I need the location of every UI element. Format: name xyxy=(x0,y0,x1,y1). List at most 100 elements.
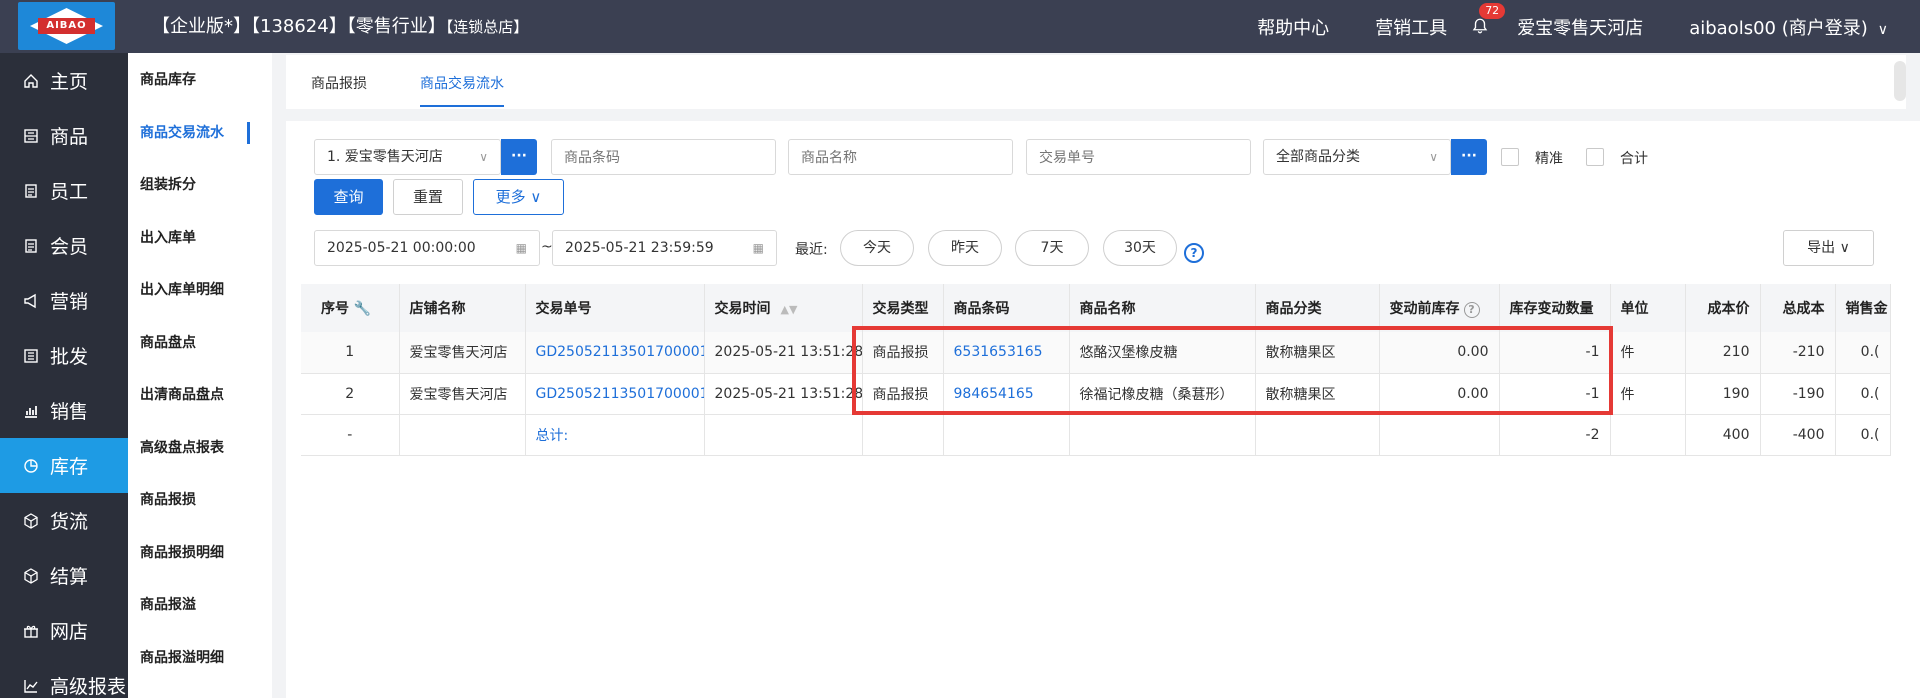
tab-transaction-flow[interactable]: 商品交易流水 xyxy=(420,73,504,107)
category-picker-button[interactable]: ··· xyxy=(1451,139,1487,175)
submenu-item[interactable]: 出入库单 xyxy=(128,211,272,264)
help-icon[interactable]: ? xyxy=(1184,243,1204,263)
sidebar-item-member[interactable]: 会员 xyxy=(0,218,128,273)
sidebar-item-goods[interactable]: 商品 xyxy=(0,108,128,163)
submenu-item[interactable]: 组装拆分 xyxy=(128,158,272,211)
export-button[interactable]: 导出 ∨ xyxy=(1783,230,1874,266)
sidebar-item-settlement[interactable]: 结算 xyxy=(0,548,128,603)
yesterday-button[interactable]: 昨天 xyxy=(928,230,1002,266)
sidebar-label: 网店 xyxy=(50,621,89,643)
cell-trade-time: 2025-05-21 13:51:28 xyxy=(704,373,863,415)
store-select[interactable]: 1. 爱宝零售天河店 ∨ xyxy=(314,139,501,175)
cell-total-cost-total: -400 xyxy=(1760,414,1836,456)
sidebar-item-inventory[interactable]: 库存 xyxy=(0,438,128,493)
submenu-item[interactable]: 商品报损 xyxy=(128,473,272,526)
store-name[interactable]: 爱宝零售天河店 xyxy=(1517,14,1643,40)
submenu-item[interactable]: 商品库存 xyxy=(128,53,272,106)
cell-total-label: 总计: xyxy=(525,414,705,456)
help-center-link[interactable]: 帮助中心 xyxy=(1257,14,1329,40)
tab-damage-report[interactable]: 商品报损 xyxy=(311,73,367,93)
col-header-category: 商品分类 xyxy=(1255,284,1380,332)
cell-store xyxy=(399,414,526,456)
col-header-trade-time[interactable]: 交易时间 ▲▼ xyxy=(704,284,863,332)
aibao-logo[interactable]: AIBAO xyxy=(18,2,115,50)
chevron-down-icon: ∨ xyxy=(1839,240,1850,256)
sidebar-item-webshop[interactable]: 网店 xyxy=(0,603,128,658)
sidebar-item-logistics[interactable]: 货流 xyxy=(0,493,128,548)
cell-index: 1 xyxy=(301,332,400,374)
cell-category xyxy=(1255,414,1380,456)
cell-total-cost: -210 xyxy=(1760,332,1836,374)
store-picker-button[interactable]: ··· xyxy=(501,139,537,175)
sidebar-item-marketing[interactable]: 营销 xyxy=(0,273,128,328)
trade-no-input[interactable] xyxy=(1026,139,1251,175)
category-select[interactable]: 全部商品分类 ∨ xyxy=(1263,139,1451,175)
recent-label: 最近: xyxy=(795,242,828,258)
today-button[interactable]: 今天 xyxy=(840,230,914,266)
query-button[interactable]: 查询 xyxy=(314,179,383,215)
highlight-box xyxy=(852,326,1613,415)
submenu-item[interactable]: 出入库单明细 xyxy=(128,263,272,316)
submenu-item-active[interactable]: 商品交易流水 xyxy=(128,106,272,159)
scrollbar[interactable] xyxy=(1894,61,1906,101)
user-menu[interactable]: aibaols00 (商户登录) ∨ xyxy=(1689,14,1888,40)
wholesale-icon xyxy=(22,347,40,365)
bell-icon xyxy=(1472,18,1488,33)
more-filters-button[interactable]: 更多 ∨ xyxy=(473,179,564,215)
sidebar-item-reports[interactable]: 高级报表 xyxy=(0,658,128,698)
submenu-item[interactable]: 高级盘点报表 xyxy=(128,421,272,474)
submenu-item[interactable]: 商品盘点 xyxy=(128,316,272,369)
line-chart-icon xyxy=(22,677,40,695)
product-name-input[interactable] xyxy=(788,139,1013,175)
sidebar-item-sales[interactable]: 销售 xyxy=(0,383,128,438)
sidebar-label: 批发 xyxy=(50,346,89,368)
wrench-icon[interactable]: 🔧 xyxy=(354,301,371,317)
start-date-input[interactable]: 2025-05-21 00:00:00 ▦ xyxy=(314,230,540,266)
sidebar-label: 商品 xyxy=(50,126,89,148)
barcode-input[interactable] xyxy=(551,139,776,175)
submenu-item[interactable]: 出清商品盘点 xyxy=(128,368,272,421)
cell-store: 爱宝零售天河店 xyxy=(399,332,526,374)
cell-trade-no-link[interactable]: GD25052113501700001 xyxy=(525,373,705,415)
pie-icon xyxy=(22,457,40,475)
sort-icon[interactable]: ▲▼ xyxy=(781,303,798,316)
submenu-item[interactable]: 商品报损明细 xyxy=(128,526,272,579)
question-icon[interactable]: ? xyxy=(1463,302,1480,318)
end-date-input[interactable]: 2025-05-21 23:59:59 ▦ xyxy=(552,230,777,266)
marketing-tools-link[interactable]: 营销工具 xyxy=(1375,14,1447,40)
start-date-value: 2025-05-21 00:00:00 xyxy=(327,240,476,256)
30days-button[interactable]: 30天 xyxy=(1103,230,1177,266)
cell-total-cost: -190 xyxy=(1760,373,1836,415)
col-header-unit: 单位 xyxy=(1610,284,1686,332)
col-header-trade-no: 交易单号 xyxy=(525,284,705,332)
col-header-trade-type: 交易类型 xyxy=(862,284,944,332)
cell-trade-type xyxy=(862,414,944,456)
submenu-item[interactable]: 商品报溢 xyxy=(128,578,272,631)
cell-index: 2 xyxy=(301,373,400,415)
sidebar-item-wholesale[interactable]: 批发 xyxy=(0,328,128,383)
cell-trade-no-link[interactable]: GD25052113501700001 xyxy=(525,332,705,374)
cell-cost-price-total: 400 xyxy=(1685,414,1761,456)
top-header: AIBAO 【企业版*】【138624】【零售行业】【连锁总店】 帮助中心 营销… xyxy=(0,0,1920,53)
col-header-total-cost: 总成本 xyxy=(1760,284,1836,332)
exact-checkbox[interactable] xyxy=(1501,148,1519,166)
cell-unit: 件 xyxy=(1610,373,1686,415)
sidebar-label: 库存 xyxy=(50,456,89,478)
submenu-item[interactable]: 商品报溢明细 xyxy=(128,631,272,684)
col-header-index: 序号 🔧 xyxy=(301,284,400,332)
7days-button[interactable]: 7天 xyxy=(1015,230,1089,266)
col-header-cost-price: 成本价 xyxy=(1685,284,1761,332)
end-date-value: 2025-05-21 23:59:59 xyxy=(565,240,714,256)
col-header-store: 店铺名称 xyxy=(399,284,526,332)
page-title: 【企业版*】【138624】【零售行业】【连锁总店】 xyxy=(152,0,528,53)
marketing-icon xyxy=(22,292,40,310)
category-select-value: 全部商品分类 xyxy=(1276,149,1360,165)
cube-icon xyxy=(22,567,40,585)
cell-product-name xyxy=(1069,414,1256,456)
sum-checkbox[interactable] xyxy=(1586,148,1604,166)
sidebar-item-home[interactable]: 主页 xyxy=(0,53,128,108)
sidebar-item-staff[interactable]: 员工 xyxy=(0,163,128,218)
notification-bell[interactable]: 72 xyxy=(1471,2,1506,37)
staff-icon xyxy=(22,182,40,200)
reset-button[interactable]: 重置 xyxy=(393,179,463,215)
